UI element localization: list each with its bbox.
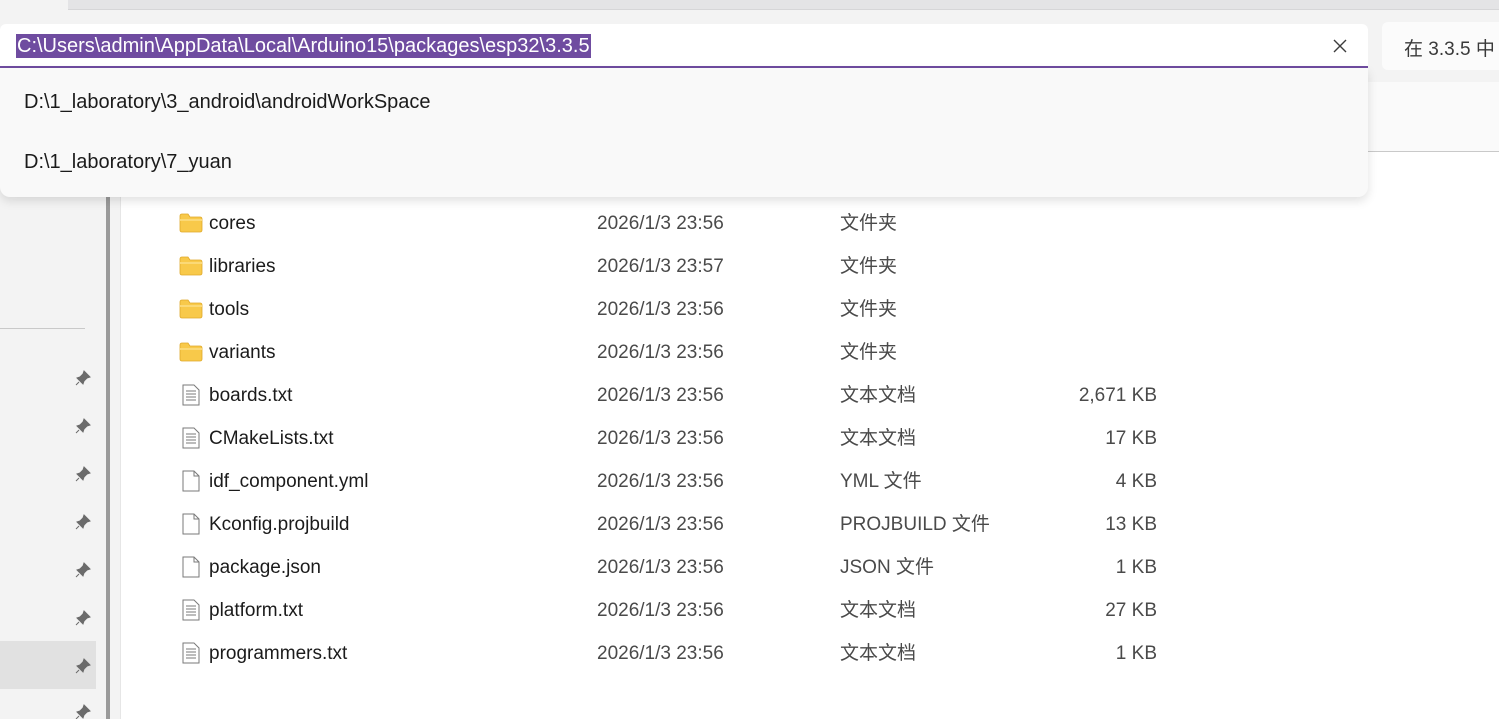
text-file-icon (182, 642, 200, 664)
file-type: 文本文档 (840, 428, 917, 449)
file-name: cores (209, 213, 256, 234)
file-icon (182, 556, 200, 578)
pane-splitter[interactable] (106, 152, 110, 719)
file-date: 2026/1/3 23:56 (597, 600, 724, 621)
file-date: 2026/1/3 23:56 (597, 428, 724, 449)
file-row[interactable]: tools 2026/1/3 23:56 文件夹 (121, 288, 1499, 331)
file-date: 2026/1/3 23:56 (597, 514, 724, 535)
folder-icon (179, 342, 203, 362)
pin-icon[interactable] (74, 417, 92, 435)
file-icon (182, 470, 200, 492)
file-name: programmers.txt (209, 643, 348, 664)
file-type: 文本文档 (840, 600, 917, 621)
file-name: boards.txt (209, 385, 293, 406)
file-row[interactable]: boards.txt 2026/1/3 23:56 文本文档 2,671 KB (121, 374, 1499, 417)
suggestion-item[interactable]: D:\1_laboratory\7_yuan (0, 136, 1368, 194)
suggestion-item[interactable]: D:\1_laboratory\3_android\androidWorkSpa… (0, 76, 1368, 134)
file-type: JSON 文件 (840, 557, 934, 578)
pin-icon[interactable] (74, 369, 92, 387)
file-size: 2,671 KB (1078, 385, 1157, 406)
file-name: package.json (209, 557, 321, 578)
close-icon (1333, 39, 1347, 53)
file-name: platform.txt (209, 600, 303, 621)
address-input-text[interactable]: C:\Users\admin\AppData\Local\Arduino15\p… (16, 34, 591, 58)
file-type: 文件夹 (840, 256, 898, 277)
file-size: 4 KB (1115, 471, 1157, 492)
pin-icon[interactable] (74, 703, 92, 719)
file-type: YML 文件 (840, 471, 922, 492)
file-date: 2026/1/3 23:57 (597, 256, 724, 277)
file-size: 1 KB (1115, 557, 1157, 578)
pin-icon[interactable] (74, 609, 92, 627)
file-type: 文本文档 (840, 643, 917, 664)
file-row[interactable]: CMakeLists.txt 2026/1/3 23:56 文本文档 17 KB (121, 417, 1499, 460)
pin-icon[interactable] (74, 657, 92, 675)
title-strip (0, 0, 1499, 22)
file-type: PROJBUILD 文件 (840, 514, 990, 535)
search-input[interactable]: 在 3.3.5 中 (1382, 22, 1499, 70)
file-type: 文本文档 (840, 385, 917, 406)
pin-icon[interactable] (74, 513, 92, 531)
file-row[interactable]: programmers.txt 2026/1/3 23:56 文本文档 1 KB (121, 632, 1499, 675)
pin-icon[interactable] (74, 465, 92, 483)
file-name: tools (209, 299, 250, 320)
search-placeholder: 在 3.3.5 中 (1404, 39, 1495, 60)
suggestion-path: D:\1_laboratory\7_yuan (24, 151, 232, 173)
file-date: 2026/1/3 23:56 (597, 643, 724, 664)
folder-icon (179, 299, 203, 319)
navigation-pane (0, 152, 106, 719)
file-date: 2026/1/3 23:56 (597, 471, 724, 492)
file-type: 文件夹 (840, 342, 898, 363)
file-row[interactable]: package.json 2026/1/3 23:56 JSON 文件 1 KB (121, 546, 1499, 589)
file-explorer-window: C:\Users\admin\AppData\Local\Arduino15\p… (0, 0, 1499, 719)
toolbar-area (1368, 82, 1499, 153)
file-row[interactable]: libraries 2026/1/3 23:57 文件夹 (121, 245, 1499, 288)
folder-icon (179, 256, 203, 276)
file-size: 27 KB (1105, 600, 1157, 621)
file-size: 17 KB (1105, 428, 1157, 449)
file-size: 1 KB (1115, 643, 1157, 664)
file-name: idf_component.yml (209, 471, 369, 492)
file-name: CMakeLists.txt (209, 428, 334, 449)
file-row[interactable]: variants 2026/1/3 23:56 文件夹 (121, 331, 1499, 374)
file-type: 文件夹 (840, 213, 898, 234)
file-date: 2026/1/3 23:56 (597, 213, 724, 234)
address-bar[interactable]: C:\Users\admin\AppData\Local\Arduino15\p… (0, 24, 1368, 68)
file-date: 2026/1/3 23:56 (597, 385, 724, 406)
file-date: 2026/1/3 23:56 (597, 342, 724, 363)
nav-divider (0, 328, 85, 329)
text-file-icon (182, 384, 200, 406)
file-list: cores 2026/1/3 23:56 文件夹 libraries 2026/… (120, 152, 1499, 719)
file-row[interactable]: cores 2026/1/3 23:56 文件夹 (121, 202, 1499, 245)
file-row[interactable]: platform.txt 2026/1/3 23:56 文本文档 27 KB (121, 589, 1499, 632)
file-icon (182, 513, 200, 535)
file-name: variants (209, 342, 276, 363)
file-row[interactable]: Kconfig.projbuild 2026/1/3 23:56 PROJBUI… (121, 503, 1499, 546)
clear-address-button[interactable] (1326, 32, 1354, 60)
text-file-icon (182, 427, 200, 449)
text-file-icon (182, 599, 200, 621)
suggestion-path: D:\1_laboratory\3_android\androidWorkSpa… (24, 91, 431, 113)
file-name: libraries (209, 256, 276, 277)
file-size: 13 KB (1105, 514, 1157, 535)
folder-icon (179, 213, 203, 233)
file-date: 2026/1/3 23:56 (597, 557, 724, 578)
file-type: 文件夹 (840, 299, 898, 320)
file-row[interactable]: idf_component.yml 2026/1/3 23:56 YML 文件 … (121, 460, 1499, 503)
address-suggestions-dropdown: D:\1_laboratory\3_android\androidWorkSpa… (0, 68, 1368, 197)
tab-edge (68, 0, 1499, 10)
pin-icon[interactable] (74, 561, 92, 579)
file-name: Kconfig.projbuild (209, 514, 350, 535)
file-date: 2026/1/3 23:56 (597, 299, 724, 320)
